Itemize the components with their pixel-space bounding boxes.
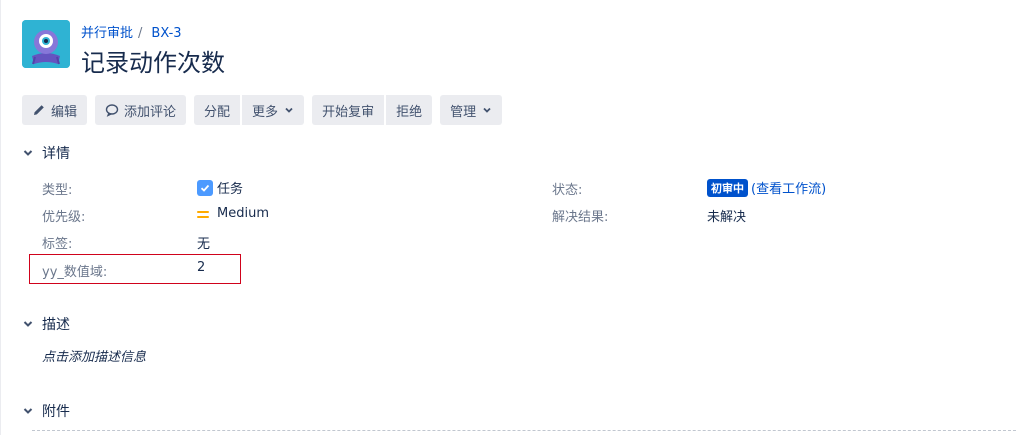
- page-left-border: [0, 0, 1, 435]
- add-comment-button-label: 添加评论: [124, 104, 177, 120]
- issue-summary-title[interactable]: 记录动作次数: [81, 43, 225, 78]
- priority-value[interactable]: Medium: [197, 206, 269, 221]
- assign-button-label: 分配: [204, 104, 231, 120]
- chevron-down-icon: [285, 107, 293, 113]
- pencil-icon: [34, 105, 44, 115]
- status-label: 状态:: [552, 183, 583, 198]
- start-review-button[interactable]: 开始复审: [312, 95, 385, 125]
- issue-toolbar: 编辑 添加评论 分配 更多 开始复审 拒绝 管理: [22, 95, 510, 125]
- resolution-value: 未解决: [707, 210, 747, 225]
- assign-more-group: 分配 更多: [194, 95, 305, 125]
- resolution-label: 解决结果:: [552, 210, 609, 225]
- comment-icon: [105, 104, 119, 117]
- project-avatar-icon[interactable]: [22, 20, 70, 68]
- details-section-toggle[interactable]: 详情: [22, 143, 70, 163]
- attachments-section-toggle[interactable]: 附件: [22, 401, 70, 421]
- start-review-button-label: 开始复审: [322, 104, 375, 120]
- breadcrumb-separator: /: [138, 26, 143, 41]
- status-value: 初审中 (查看工作流): [707, 178, 826, 197]
- admin-button-label: 管理: [450, 104, 477, 120]
- comment-group: 添加评论: [95, 95, 187, 125]
- edit-button[interactable]: 编辑: [22, 95, 88, 125]
- priority-label: 优先级:: [42, 210, 86, 225]
- breadcrumb-issue-key-link[interactable]: BX-3: [151, 26, 181, 41]
- admin-group: 管理: [440, 95, 503, 125]
- workflow-group: 开始复审 拒绝: [312, 95, 433, 125]
- more-button-label: 更多: [252, 104, 279, 120]
- attachment-dropzone[interactable]: [32, 430, 1016, 441]
- admin-dropdown-button[interactable]: 管理: [440, 95, 503, 125]
- description-section-toggle[interactable]: 描述: [22, 314, 70, 334]
- type-value-text: 任务: [217, 182, 244, 197]
- priority-medium-icon: [197, 209, 211, 219]
- custom-field-label: yy_数值域:: [42, 265, 108, 280]
- edit-group: 编辑: [22, 95, 88, 125]
- view-workflow-link[interactable]: (查看工作流): [751, 178, 826, 197]
- breadcrumb-project-link[interactable]: 并行审批: [81, 26, 133, 41]
- breadcrumb: 并行审批 / BX-3: [81, 22, 182, 41]
- add-comment-button[interactable]: 添加评论: [95, 95, 187, 125]
- task-type-icon: [197, 179, 213, 196]
- chevron-down-icon: [23, 408, 33, 414]
- type-label: 类型:: [42, 183, 73, 198]
- attachments-heading: 附件: [42, 404, 70, 420]
- assign-button[interactable]: 分配: [194, 95, 241, 125]
- labels-value[interactable]: 无: [197, 233, 210, 252]
- custom-field-value[interactable]: 2: [197, 260, 205, 275]
- description-placeholder[interactable]: 点击添加描述信息: [42, 346, 146, 365]
- details-heading: 详情: [42, 146, 70, 162]
- status-badge: 初审中: [707, 178, 748, 197]
- chevron-down-icon: [23, 150, 33, 156]
- chevron-down-icon: [23, 321, 33, 327]
- type-value[interactable]: 任务: [197, 178, 243, 197]
- more-dropdown-button[interactable]: 更多: [242, 95, 305, 125]
- description-heading: 描述: [42, 317, 70, 333]
- edit-button-label: 编辑: [51, 104, 78, 120]
- chevron-down-icon: [483, 107, 491, 113]
- labels-label: 标签:: [42, 237, 73, 252]
- reject-button[interactable]: 拒绝: [386, 95, 433, 125]
- priority-value-text: Medium: [217, 206, 269, 221]
- reject-button-label: 拒绝: [396, 104, 423, 120]
